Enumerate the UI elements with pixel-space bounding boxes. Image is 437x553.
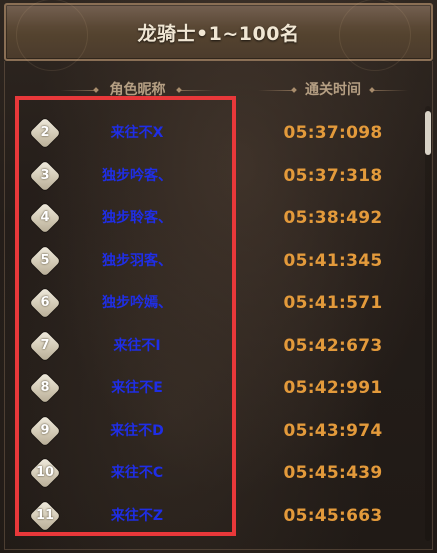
scrollbar-track[interactable] bbox=[425, 106, 431, 541]
player-name[interactable]: 来往不X bbox=[66, 113, 208, 153]
clear-time: 05:37:318 bbox=[283, 165, 383, 186]
ranking-row[interactable]: 5 独步羽客、 05:41:345 bbox=[0, 241, 420, 284]
ranking-row[interactable]: 11 来往不Z 05:45:663 bbox=[0, 496, 420, 539]
ranking-row[interactable]: 6 独步吟嫣、 05:41:571 bbox=[0, 283, 420, 326]
header-dot-icon bbox=[291, 87, 297, 93]
rank-number: 6 bbox=[40, 295, 50, 310]
rank-number: 10 bbox=[35, 465, 55, 480]
column-header-time-label: 通关时间 bbox=[305, 82, 361, 98]
ranking-row[interactable]: 8 来往不E 05:42:991 bbox=[0, 368, 420, 411]
rank-number: 2 bbox=[40, 125, 50, 140]
ranking-row[interactable]: 3 独步吟客、 05:37:318 bbox=[0, 156, 420, 199]
ranking-row[interactable]: 2 来往不X 05:37:098 bbox=[0, 113, 420, 156]
header-divider bbox=[258, 90, 292, 91]
header-divider bbox=[374, 90, 408, 91]
rank-number: 9 bbox=[40, 422, 50, 438]
player-name[interactable]: 独步羽客、 bbox=[66, 241, 208, 281]
rank-number: 4 bbox=[40, 210, 50, 225]
rank-number: 5 bbox=[40, 252, 50, 268]
clear-time: 05:41:571 bbox=[283, 293, 383, 313]
player-name[interactable]: 来往不Z bbox=[66, 496, 208, 536]
rank-number: 8 bbox=[40, 380, 50, 395]
clear-time: 05:38:492 bbox=[283, 208, 383, 228]
player-name[interactable]: 独步吟嫣、 bbox=[66, 283, 208, 323]
ranking-row[interactable]: 7 来往不I 05:42:673 bbox=[0, 326, 420, 369]
rank-number: 7 bbox=[40, 337, 50, 353]
player-name[interactable]: 独步吟客、 bbox=[66, 156, 208, 196]
clear-time: 05:41:345 bbox=[283, 250, 383, 271]
player-name[interactable]: 来往不C bbox=[66, 453, 208, 493]
player-name[interactable]: 来往不E bbox=[66, 368, 208, 408]
scrollbar-thumb[interactable] bbox=[425, 111, 431, 155]
clear-time: 05:42:991 bbox=[283, 378, 383, 398]
column-header-name-label: 角色昵称 bbox=[109, 82, 166, 98]
rank-number: 11 bbox=[35, 507, 55, 523]
leaderboard-panel: 龙骑士•1~100名 角色昵称 通关时间 2 来往不X 05:37:098 3 … bbox=[0, 0, 437, 553]
column-header-name: 角色昵称 bbox=[60, 80, 215, 100]
player-name[interactable]: 独步聆客、 bbox=[66, 198, 208, 238]
ranking-list[interactable]: 2 来往不X 05:37:098 3 独步吟客、 05:37:318 4 独步聆… bbox=[0, 113, 420, 538]
rank-number: 3 bbox=[40, 167, 50, 183]
player-name[interactable]: 来往不I bbox=[66, 326, 208, 366]
ranking-row[interactable]: 4 独步聆客、 05:38:492 bbox=[0, 198, 420, 241]
clear-time: 05:37:098 bbox=[283, 123, 383, 143]
clear-time: 05:45:663 bbox=[283, 505, 383, 526]
clear-time: 05:43:974 bbox=[283, 420, 383, 441]
player-name[interactable]: 来往不D bbox=[66, 411, 208, 451]
leaderboard-title: 龙骑士•1~100名 bbox=[137, 23, 300, 45]
clear-time: 05:42:673 bbox=[283, 335, 383, 356]
title-bar: 龙骑士•1~100名 bbox=[4, 0, 433, 71]
column-header-time: 通关时间 bbox=[258, 80, 408, 100]
clear-time: 05:45:439 bbox=[283, 463, 383, 483]
header-divider bbox=[60, 90, 94, 91]
header-dot-icon bbox=[93, 87, 99, 93]
ranking-row[interactable]: 10 来往不C 05:45:439 bbox=[0, 453, 420, 496]
header-divider bbox=[181, 90, 215, 91]
ranking-row[interactable]: 9 来往不D 05:43:974 bbox=[0, 411, 420, 454]
